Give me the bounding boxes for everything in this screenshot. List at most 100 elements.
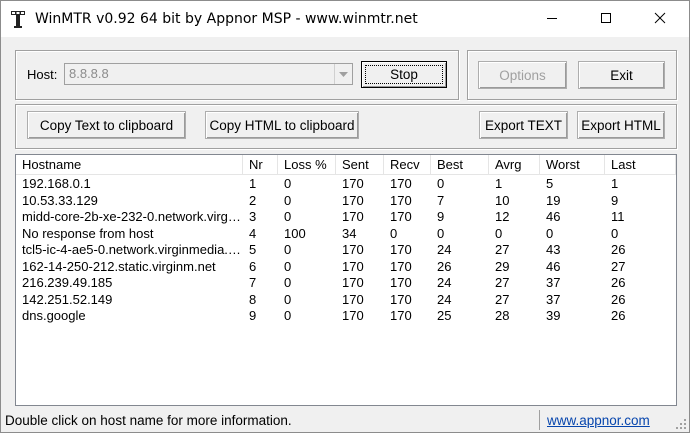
app-window: WinMTR v0.92 64 bit by Appnor MSP - www.…: [0, 0, 690, 433]
cell-loss: 0: [284, 291, 292, 307]
cell-avrg: 10: [495, 192, 510, 208]
cell-last: 26: [611, 275, 626, 290]
cell-nr: 5: [249, 242, 257, 257]
cell-last: 26: [611, 308, 626, 323]
cell-recv: 0: [390, 225, 398, 241]
cell-loss: 0: [284, 242, 292, 257]
cell-best: 0: [437, 225, 445, 241]
table-row[interactable]: No response from host 4 100 34 0 0 0 0 0: [16, 226, 676, 242]
cell-recv: 170: [390, 176, 412, 191]
cell-hostname: 216.239.49.185: [22, 275, 113, 290]
cell-nr: 4: [249, 225, 257, 241]
cell-loss: 0: [284, 258, 292, 274]
cell-last: 26: [611, 242, 626, 257]
cell-best: 26: [437, 258, 452, 274]
cell-nr: 3: [249, 209, 257, 224]
cell-last: 9: [611, 192, 619, 208]
status-bar: Double click on host name for more infor…: [1, 408, 689, 432]
cell-worst: 46: [546, 209, 561, 224]
table-row[interactable]: 216.239.49.185 7 0 170 170 24 27 37 26: [16, 275, 676, 291]
cell-hostname: 162-14-250-212.static.virginm.net: [22, 258, 216, 274]
table-row[interactable]: 10.53.33.129 2 0 170 170 7 10 19 9: [16, 193, 676, 209]
column-header-sent[interactable]: Sent: [336, 155, 384, 174]
exit-button[interactable]: Exit: [578, 61, 665, 89]
cell-avrg: 28: [495, 308, 510, 323]
cell-worst: 43: [546, 242, 561, 257]
cell-loss: 0: [284, 192, 292, 208]
column-header-loss[interactable]: Loss %: [278, 155, 336, 174]
cell-avrg: 1: [495, 176, 503, 191]
close-icon: [654, 12, 666, 27]
copy-html-button[interactable]: Copy HTML to clipboard: [205, 111, 359, 139]
copy-text-button[interactable]: Copy Text to clipboard: [27, 111, 186, 139]
cell-worst: 19: [546, 192, 561, 208]
cell-recv: 170: [390, 275, 412, 290]
resize-grip-icon[interactable]: [675, 418, 687, 430]
column-header-recv[interactable]: Recv: [384, 155, 431, 174]
column-header-last[interactable]: Last: [605, 155, 676, 174]
column-header-avrg[interactable]: Avrg: [489, 155, 540, 174]
cell-loss: 0: [284, 176, 292, 191]
options-button[interactable]: Options: [478, 61, 567, 89]
cell-avrg: 0: [495, 225, 503, 241]
host-combobox[interactable]: 8.8.8.8: [64, 63, 353, 85]
cell-best: 9: [437, 209, 445, 224]
cell-last: 27: [611, 258, 626, 274]
cell-avrg: 27: [495, 275, 510, 290]
column-header-worst[interactable]: Worst: [540, 155, 605, 174]
column-header-nr[interactable]: Nr: [243, 155, 278, 174]
title-bar[interactable]: WinMTR v0.92 64 bit by Appnor MSP - www.…: [1, 1, 689, 37]
column-header-best[interactable]: Best: [431, 155, 489, 174]
cell-sent: 170: [342, 291, 364, 307]
cell-best: 7: [437, 192, 445, 208]
cell-avrg: 12: [495, 209, 510, 224]
cell-loss: 0: [284, 308, 292, 323]
cell-nr: 1: [249, 176, 257, 191]
maximize-button[interactable]: [583, 1, 629, 37]
maximize-icon: [600, 12, 612, 27]
cell-best: 0: [437, 176, 445, 191]
cell-last: 0: [611, 225, 619, 241]
cell-sent: 170: [342, 209, 364, 224]
cell-hostname: midd-core-2b-xe-232-0.network.virgin...: [22, 209, 243, 224]
stop-button[interactable]: Stop: [361, 61, 447, 88]
table-row[interactable]: 162-14-250-212.static.virginm.net 6 0 170 17…: [16, 259, 676, 275]
cell-recv: 170: [390, 192, 412, 208]
cell-loss: 0: [284, 275, 292, 290]
status-divider: [539, 410, 540, 430]
cell-hostname: tcl5-ic-4-ae5-0.network.virginmedia.net: [22, 242, 243, 257]
cell-recv: 170: [390, 291, 412, 307]
cell-hostname: dns.google: [22, 308, 86, 323]
cell-best: 24: [437, 291, 452, 307]
results-list[interactable]: Hostname Nr Loss % Sent Recv Best Avrg Worst Las…: [15, 154, 677, 406]
cell-worst: 0: [546, 225, 554, 241]
cell-recv: 170: [390, 308, 412, 323]
traffic-light-icon: [9, 10, 27, 28]
cell-nr: 6: [249, 258, 257, 274]
table-row[interactable]: 142.251.52.149 8 0 170 170 24 27 37 26: [16, 292, 676, 308]
table-row[interactable]: dns.google 9 0 170 170 25 28 39 26: [16, 308, 676, 324]
chevron-down-icon[interactable]: [334, 64, 352, 84]
cell-sent: 170: [342, 192, 364, 208]
export-text-button[interactable]: Export TEXT: [479, 111, 568, 139]
cell-hostname: No response from host: [22, 225, 154, 241]
cell-recv: 170: [390, 209, 412, 224]
cell-sent: 170: [342, 176, 364, 191]
close-button[interactable]: [637, 1, 683, 37]
column-header-hostname[interactable]: Hostname: [16, 155, 243, 174]
export-html-button[interactable]: Export HTML: [577, 111, 665, 139]
cell-sent: 34: [342, 225, 357, 241]
cell-nr: 9: [249, 308, 257, 323]
results-header: Hostname Nr Loss % Sent Recv Best Avrg Worst Las…: [16, 155, 676, 175]
status-message: Double click on host name for more infor…: [5, 413, 292, 428]
cell-recv: 170: [390, 258, 412, 274]
table-row[interactable]: midd-core-2b-xe-232-0.network.virgin... 3…: [16, 209, 676, 225]
table-row[interactable]: tcl5-ic-4-ae5-0.network.virginmedia.net 5…: [16, 242, 676, 258]
cell-best: 24: [437, 242, 452, 257]
host-value: 8.8.8.8: [69, 66, 109, 81]
table-row[interactable]: 192.168.0.1 1 0 170 170 0 1 5 1: [16, 176, 676, 192]
cell-sent: 170: [342, 258, 364, 274]
appnor-link[interactable]: www.appnor.com: [547, 413, 650, 428]
cell-worst: 37: [546, 291, 561, 307]
minimize-button[interactable]: [529, 1, 575, 37]
